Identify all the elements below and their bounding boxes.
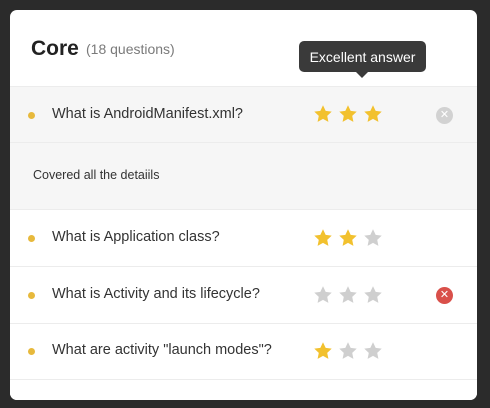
question-text: What is AndroidManifest.xml?: [52, 106, 243, 122]
bullet-icon: [28, 235, 35, 242]
star-empty-icon[interactable]: [312, 284, 334, 306]
star-empty-icon[interactable]: [337, 340, 359, 362]
remove-icon[interactable]: ✕: [436, 107, 453, 124]
remove-icon[interactable]: ✕: [436, 287, 453, 304]
question-text: What are activity "launch modes"?: [52, 342, 272, 358]
star-rating[interactable]: [312, 103, 384, 125]
bullet-icon: [28, 112, 35, 119]
star-empty-icon[interactable]: [362, 340, 384, 362]
answer-comment-row: Covered all the detaiils: [10, 142, 477, 210]
question-count: (18 questions): [86, 41, 175, 57]
section-title: Core: [31, 37, 79, 60]
star-filled-icon[interactable]: [312, 227, 334, 249]
star-filled-icon[interactable]: [312, 340, 334, 362]
star-empty-icon[interactable]: [337, 284, 359, 306]
star-empty-icon[interactable]: [362, 227, 384, 249]
question-row[interactable]: What is AndroidManifest.xml? ✕: [10, 86, 477, 143]
question-text: What is Activity and its lifecycle?: [52, 286, 260, 302]
bullet-icon: [28, 348, 35, 355]
star-rating[interactable]: [312, 284, 384, 306]
question-text: What is Application class?: [52, 229, 220, 245]
star-filled-icon[interactable]: [337, 227, 359, 249]
answer-comment: Covered all the detaiils: [33, 168, 160, 182]
star-rating[interactable]: [312, 227, 384, 249]
star-filled-icon[interactable]: [337, 103, 359, 125]
rating-tooltip: Excellent answer: [299, 41, 426, 78]
bullet-icon: [28, 292, 35, 299]
star-filled-icon[interactable]: [362, 103, 384, 125]
question-row[interactable]: What is Application class?: [10, 209, 477, 267]
star-empty-icon[interactable]: [362, 284, 384, 306]
question-row[interactable]: What are activity "launch modes"?: [10, 323, 477, 380]
star-rating[interactable]: [312, 340, 384, 362]
star-filled-icon[interactable]: [312, 103, 334, 125]
question-row[interactable]: What is Activity and its lifecycle? ✕: [10, 266, 477, 324]
question-row[interactable]: [10, 379, 477, 400]
